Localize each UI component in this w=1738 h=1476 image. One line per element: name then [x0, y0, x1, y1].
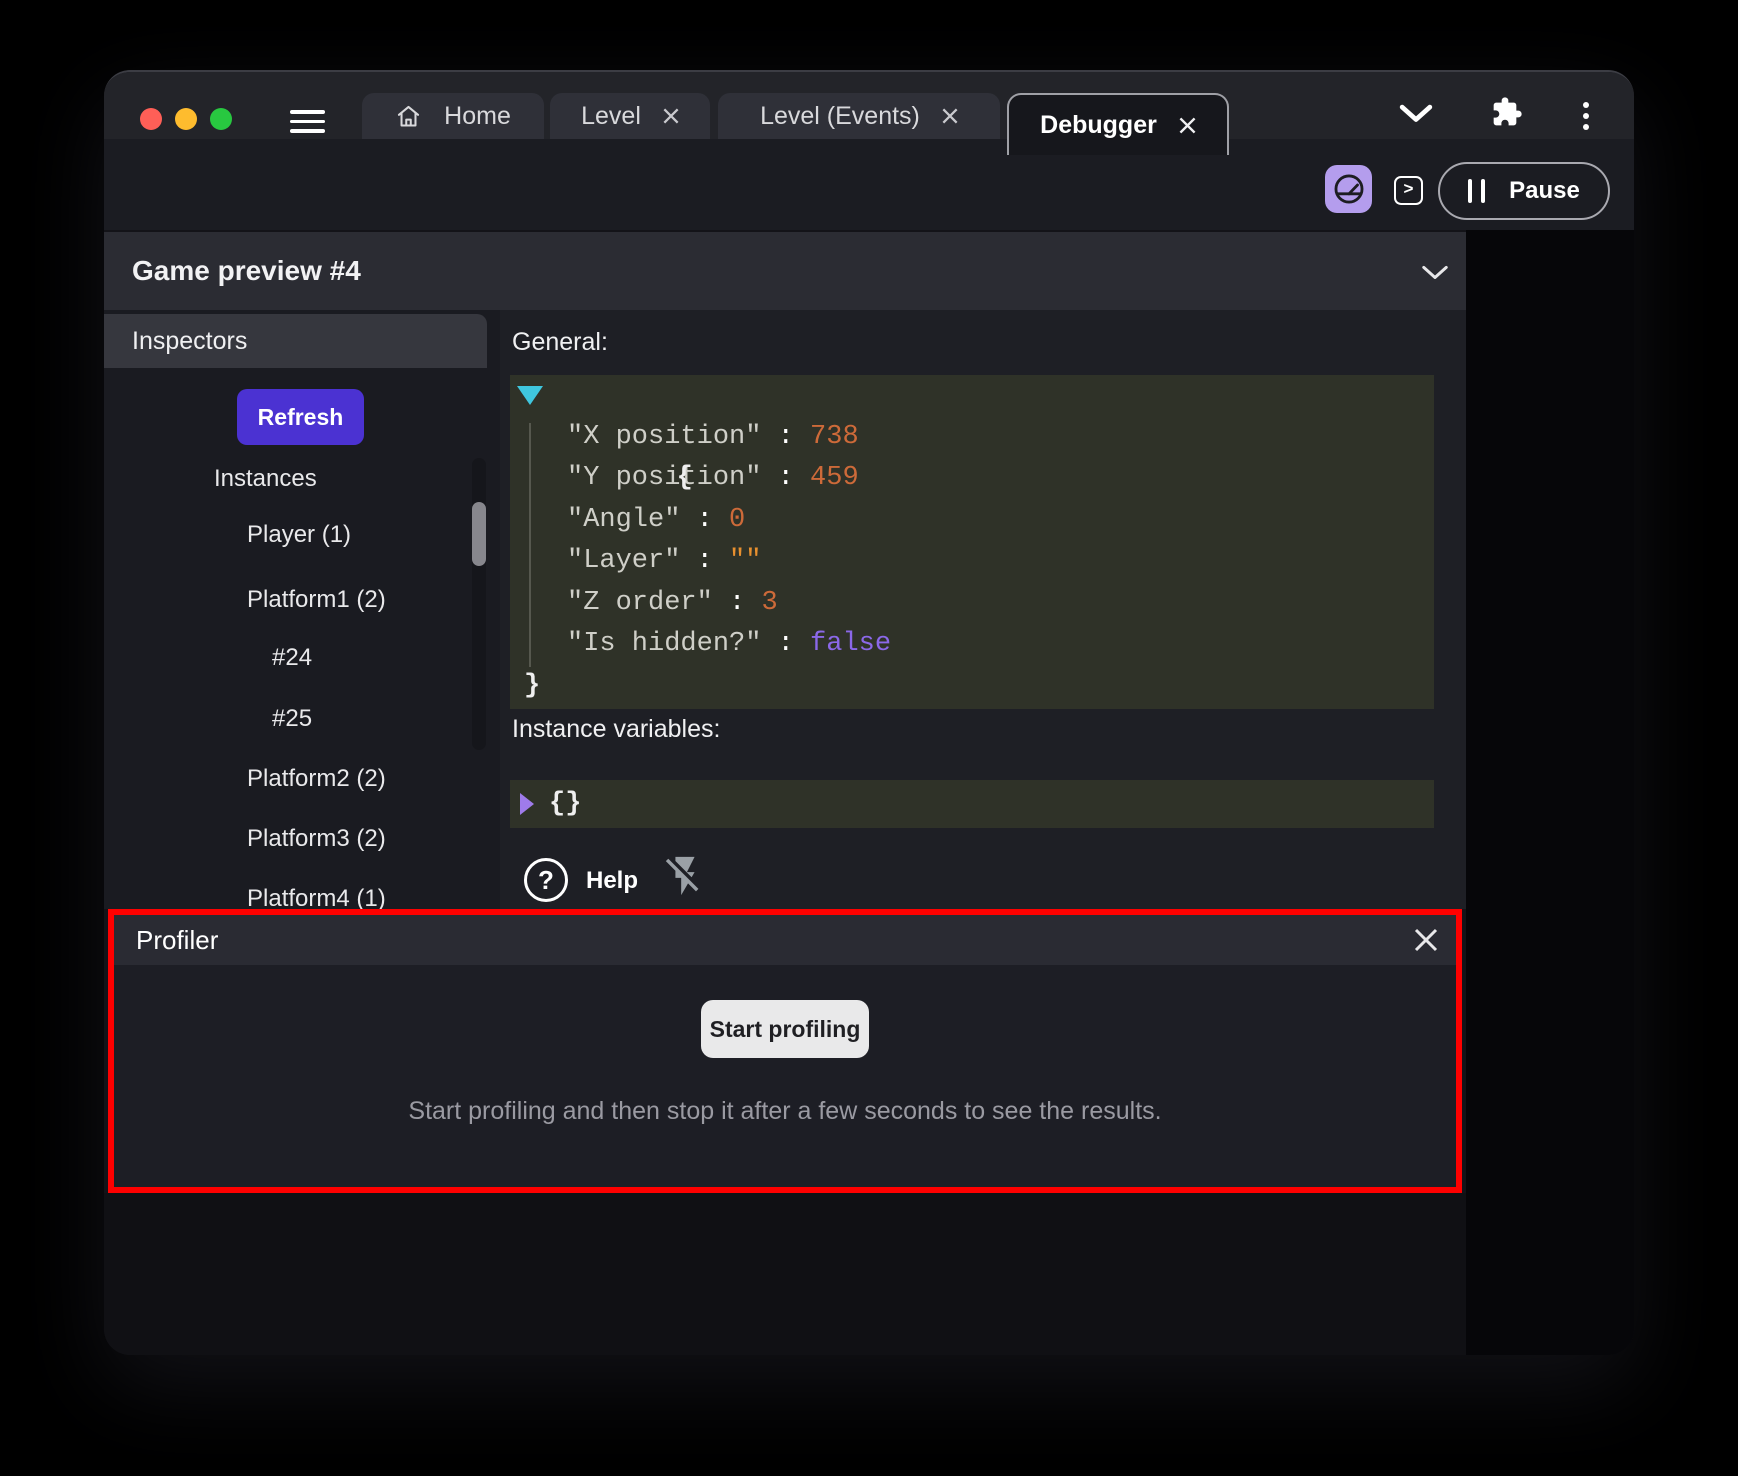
json-value[interactable]: false: [810, 629, 891, 659]
collapse-chevron-icon[interactable]: [1420, 264, 1450, 287]
sidebar-item-instance-25[interactable]: #25: [272, 704, 312, 734]
json-value[interactable]: 738: [810, 422, 859, 452]
game-preview-header[interactable]: Game preview #4: [104, 232, 1466, 310]
tab-bar: Home Level Level (Events) Debugger: [104, 72, 1634, 139]
tab-label: Level (Events): [760, 102, 920, 131]
json-row-angle: "Angle" : 0: [510, 500, 1434, 542]
main-menu-icon[interactable]: [290, 110, 325, 133]
profiler-header: Profiler: [114, 915, 1456, 965]
minimize-window-button[interactable]: [175, 108, 197, 130]
refresh-button[interactable]: Refresh: [237, 389, 364, 445]
tab-home[interactable]: Home: [362, 93, 544, 139]
general-json-view: { "X position" : 738 "Y position" : 459 …: [510, 375, 1434, 709]
help-link[interactable]: Help: [586, 867, 638, 895]
overflow-menu-icon[interactable]: [1583, 102, 1589, 130]
close-tab-icon[interactable]: [1179, 117, 1196, 134]
json-value[interactable]: "": [729, 546, 761, 576]
zoom-window-button[interactable]: [210, 108, 232, 130]
tab-level[interactable]: Level: [550, 93, 710, 139]
empty-right-area: [1466, 230, 1634, 1355]
open-brace: {: [677, 463, 693, 493]
json-value[interactable]: 0: [729, 505, 745, 535]
sidebar-scrollbar-thumb[interactable]: [472, 502, 486, 566]
tab-debugger[interactable]: Debugger: [1007, 93, 1229, 155]
tab-label: Debugger: [1040, 111, 1157, 140]
sidebar-item-instances[interactable]: Instances: [214, 464, 317, 494]
console-prompt-icon: >: [1403, 181, 1413, 200]
json-row-z-order: "Z order" : 3: [510, 583, 1434, 625]
close-tab-icon[interactable]: [663, 108, 679, 124]
general-section-label: General:: [512, 328, 608, 357]
json-value[interactable]: 459: [810, 463, 859, 493]
window-footer-area: [104, 1193, 1466, 1355]
profiler-title: Profiler: [136, 925, 218, 956]
tab-level-events[interactable]: Level (Events): [718, 93, 1000, 139]
profiler-description: Start profiling and then stop it after a…: [114, 1097, 1456, 1126]
close-brace: }: [524, 671, 540, 701]
sidebar-item-player[interactable]: Player (1): [247, 520, 351, 550]
tab-label: Home: [444, 102, 511, 131]
screenshot-stage: Home Level Level (Events) Debugger: [0, 0, 1738, 1476]
app-window: Home Level Level (Events) Debugger: [104, 70, 1634, 1355]
window-traffic-lights: [140, 108, 232, 130]
expand-expander-icon[interactable]: [520, 793, 534, 815]
json-root-row: {: [510, 375, 1434, 417]
tab-label: Level: [581, 102, 641, 131]
game-preview-title: Game preview #4: [132, 255, 361, 287]
sidebar-item-platform3[interactable]: Platform3 (2): [247, 824, 386, 854]
tree-guide-line: [529, 423, 531, 667]
sidebar-item-platform2[interactable]: Platform2 (2): [247, 764, 386, 794]
profiler-panel: Profiler Start profiling Start profiling…: [108, 909, 1462, 1193]
sidebar-item-platform1[interactable]: Platform1 (2): [247, 585, 386, 615]
pause-button-label: Pause: [1509, 177, 1580, 205]
sidebar-item-instance-24[interactable]: #24: [272, 643, 312, 673]
instance-variables-label: Instance variables:: [512, 715, 720, 744]
extensions-puzzle-icon[interactable]: [1491, 96, 1523, 133]
profiler-toggle-button[interactable]: [1325, 165, 1372, 213]
help-question-icon[interactable]: ?: [524, 858, 568, 902]
json-row-is-hidden: "Is hidden?" : false: [510, 624, 1434, 666]
collapse-expander-icon[interactable]: [517, 386, 543, 405]
inspectors-header-label: Inspectors: [132, 327, 247, 356]
pause-icon: [1468, 179, 1485, 203]
close-tab-icon[interactable]: [942, 108, 958, 124]
start-profiling-button[interactable]: Start profiling: [701, 1000, 869, 1058]
json-close-row: }: [510, 666, 1434, 708]
pause-button[interactable]: Pause: [1438, 162, 1610, 220]
chevron-down-icon[interactable]: [1398, 102, 1434, 131]
json-value[interactable]: 3: [761, 588, 777, 618]
home-icon: [395, 103, 422, 130]
json-row-layer: "Layer" : "": [510, 541, 1434, 583]
gauge-icon: [1332, 172, 1366, 206]
instance-variables-value[interactable]: {}: [549, 789, 581, 819]
inspectors-header: Inspectors: [104, 314, 487, 368]
instance-variables-json-view: {}: [510, 780, 1434, 828]
close-profiler-icon[interactable]: [1414, 928, 1438, 959]
close-window-button[interactable]: [140, 108, 162, 130]
console-toggle-button[interactable]: >: [1394, 176, 1423, 205]
flash-off-icon[interactable]: [662, 853, 708, 904]
